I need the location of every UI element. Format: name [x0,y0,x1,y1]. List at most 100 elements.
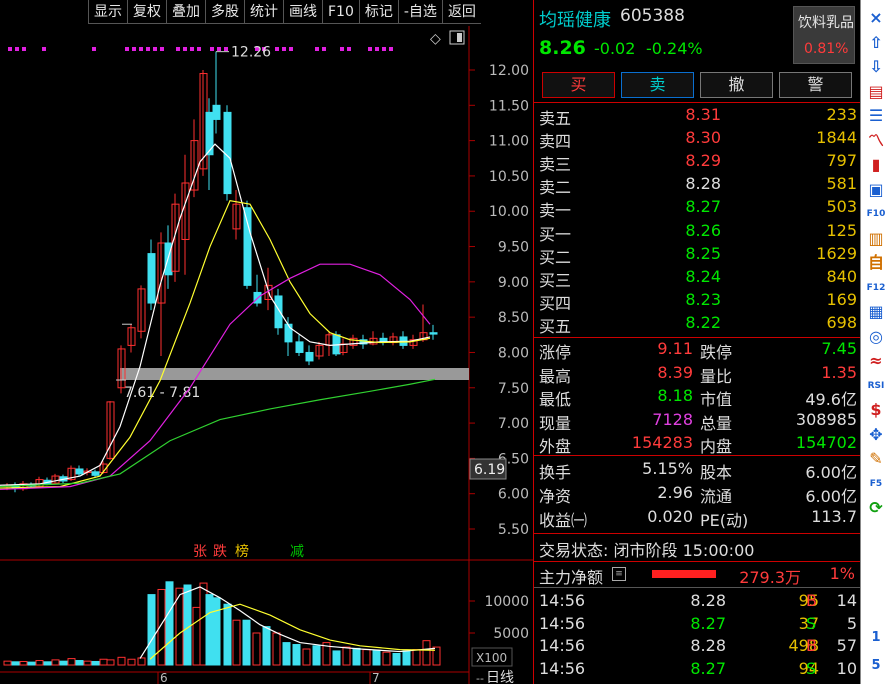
toolbar-btn-5[interactable]: 画线 [283,0,322,24]
ob-volume: 1629 [816,244,857,263]
trade-button-0[interactable]: 买 [542,72,615,98]
orderbook-row[interactable]: 卖一 8.27 503 [534,197,861,220]
kline-chart[interactable]: 12.00 11.50 11.00 10.50 10.00 9.50 9.00 8.50 8.0… [0,26,533,684]
orderbook-row[interactable]: 卖五 8.31 233 [534,105,861,128]
main-flow-value: 279.3万 [739,568,801,587]
trade-button-2[interactable]: 撤 [700,72,773,98]
signal-dot [183,47,187,51]
industry-name: 饮料乳品 [798,15,854,31]
tick-count: 57 [836,636,857,655]
orderbook-row[interactable]: 买四 8.23 169 [534,290,861,313]
close-icon[interactable]: × [866,8,886,28]
ob-volume: 169 [826,290,857,309]
event-marker: 跌 [213,544,227,560]
ob-price: 8.27 [685,197,721,216]
list-icon[interactable]: ☰ [866,106,886,126]
signal-dot [347,47,351,51]
grid-icon[interactable]: ▦ [866,302,886,322]
orderbook-row[interactable]: 卖四 8.30 1844 [534,128,861,151]
stat-value: 154702 [795,433,857,452]
price-change-pct: -0.24% [646,39,703,58]
toolbar-btn-1[interactable]: 复权 [127,0,166,24]
chart-toolbar: 显示 复权 叠加 多股 统计 画线 F10 标记 -自选 返回 [88,0,533,26]
event-marker: 榜 [235,543,249,560]
ob-price: 8.22 [685,313,721,332]
signal-dot [22,47,26,51]
ob-price: 8.30 [685,128,721,147]
signal-dot [146,47,150,51]
news-icon[interactable]: ▥ [866,229,886,249]
doc-icon[interactable]: ▣ [866,180,886,200]
self-select-icon[interactable]: 自 [866,253,886,273]
toolbar-btn-2[interactable]: 叠加 [166,0,205,24]
toolbar-btn-9[interactable]: 返回 [441,0,481,24]
signal-dot [382,47,386,51]
stat-value: 1.35 [821,362,857,382]
price-tick-label: 12.00 [489,63,529,79]
arrow-up-icon[interactable]: ⇧ [866,33,886,53]
orderbook-row[interactable]: 买一 8.26 125 [534,221,861,244]
rsi-icon[interactable]: RSI [866,376,886,396]
candle-body [305,351,314,362]
industry-badge[interactable]: 饮料乳品 0.81% [793,6,855,64]
tick-side: B [806,636,817,655]
orderbook-row[interactable]: 买五 8.22 698 [534,313,861,336]
signal-dot [153,47,157,51]
orderbook-row[interactable]: 买二 8.25 1629 [534,244,861,267]
ob-label: 卖二 [539,178,572,197]
pen-icon[interactable]: ✎ [866,449,886,469]
stat-value: 8.18 [657,386,693,405]
kline-chart-area[interactable]: 显示 复权 叠加 多股 统计 画线 F10 标记 -自选 返回 12.00 11.50 11.00 10… [0,0,533,684]
signal-dot [132,47,136,51]
stat-label: 跌停 [700,343,733,362]
volume-bar [332,650,341,666]
move-icon[interactable]: ✥ [866,425,886,445]
signal-dot [176,47,180,51]
toolbar-btn-0[interactable]: 显示 [88,0,127,24]
industry-change: 0.81% [804,41,849,57]
ob-label: 卖四 [539,132,572,151]
orderbook-row[interactable]: 卖三 8.29 797 [534,151,861,174]
price-tick-label: 5.50 [498,522,529,538]
f10-icon[interactable]: F10 [866,204,886,224]
main-flow-pct: 1% [829,564,855,583]
stat-value: 2.96 [657,483,693,502]
toolbar-btn-3[interactable]: 多股 [205,0,244,24]
tick-count: 5 [846,613,857,633]
wave-icon[interactable]: ≈ [866,351,886,371]
arrow-down-icon[interactable]: ⇩ [866,57,886,77]
signal-dot [282,47,286,51]
line-chart-icon[interactable]: 〽 [866,131,886,151]
volume-bar [83,660,92,666]
candle-icon[interactable]: ▮ [866,155,886,175]
candle-body [91,471,100,476]
stat-value: 154283 [631,433,693,452]
volume-bar [35,660,44,666]
volume-unit-label: X100 [476,651,507,665]
toolbar-btn-6[interactable]: F10 [322,0,359,24]
circle-icon[interactable]: ◎ [866,327,886,347]
candle-body [295,341,304,353]
volume-bar [382,651,391,666]
tick-row: 14:56 8.27 94 S 10 [534,659,861,681]
toolbar-btn-8[interactable]: -自选 [397,0,442,24]
menu-icon[interactable]: ≡ [612,567,626,581]
support-band [120,368,469,380]
refresh-icon[interactable]: ⟳ [866,498,886,518]
dollar-icon[interactable]: $ [866,400,886,420]
trade-button-3[interactable]: 警 [779,72,852,98]
f12-icon[interactable]: F12 [866,278,886,298]
f5-icon[interactable]: F5 [866,474,886,494]
stat-label: 涨停 [539,343,572,362]
toolbar-btn-7[interactable]: 标记 [358,0,398,24]
stat-label: 市值 [700,390,733,409]
toolbar-btn-4[interactable]: 统计 [244,0,283,24]
ob-volume: 581 [826,174,857,193]
trade-button-1[interactable]: 卖 [621,72,694,98]
candle-body [274,295,283,329]
board-icon[interactable]: ▤ [866,82,886,102]
orderbook-row[interactable]: 卖二 8.28 581 [534,174,861,197]
orderbook-row[interactable]: 买三 8.24 840 [534,267,861,290]
ma60-line [0,378,436,488]
stat-row: 净资 2.96 流通 6.00亿 [534,483,861,506]
